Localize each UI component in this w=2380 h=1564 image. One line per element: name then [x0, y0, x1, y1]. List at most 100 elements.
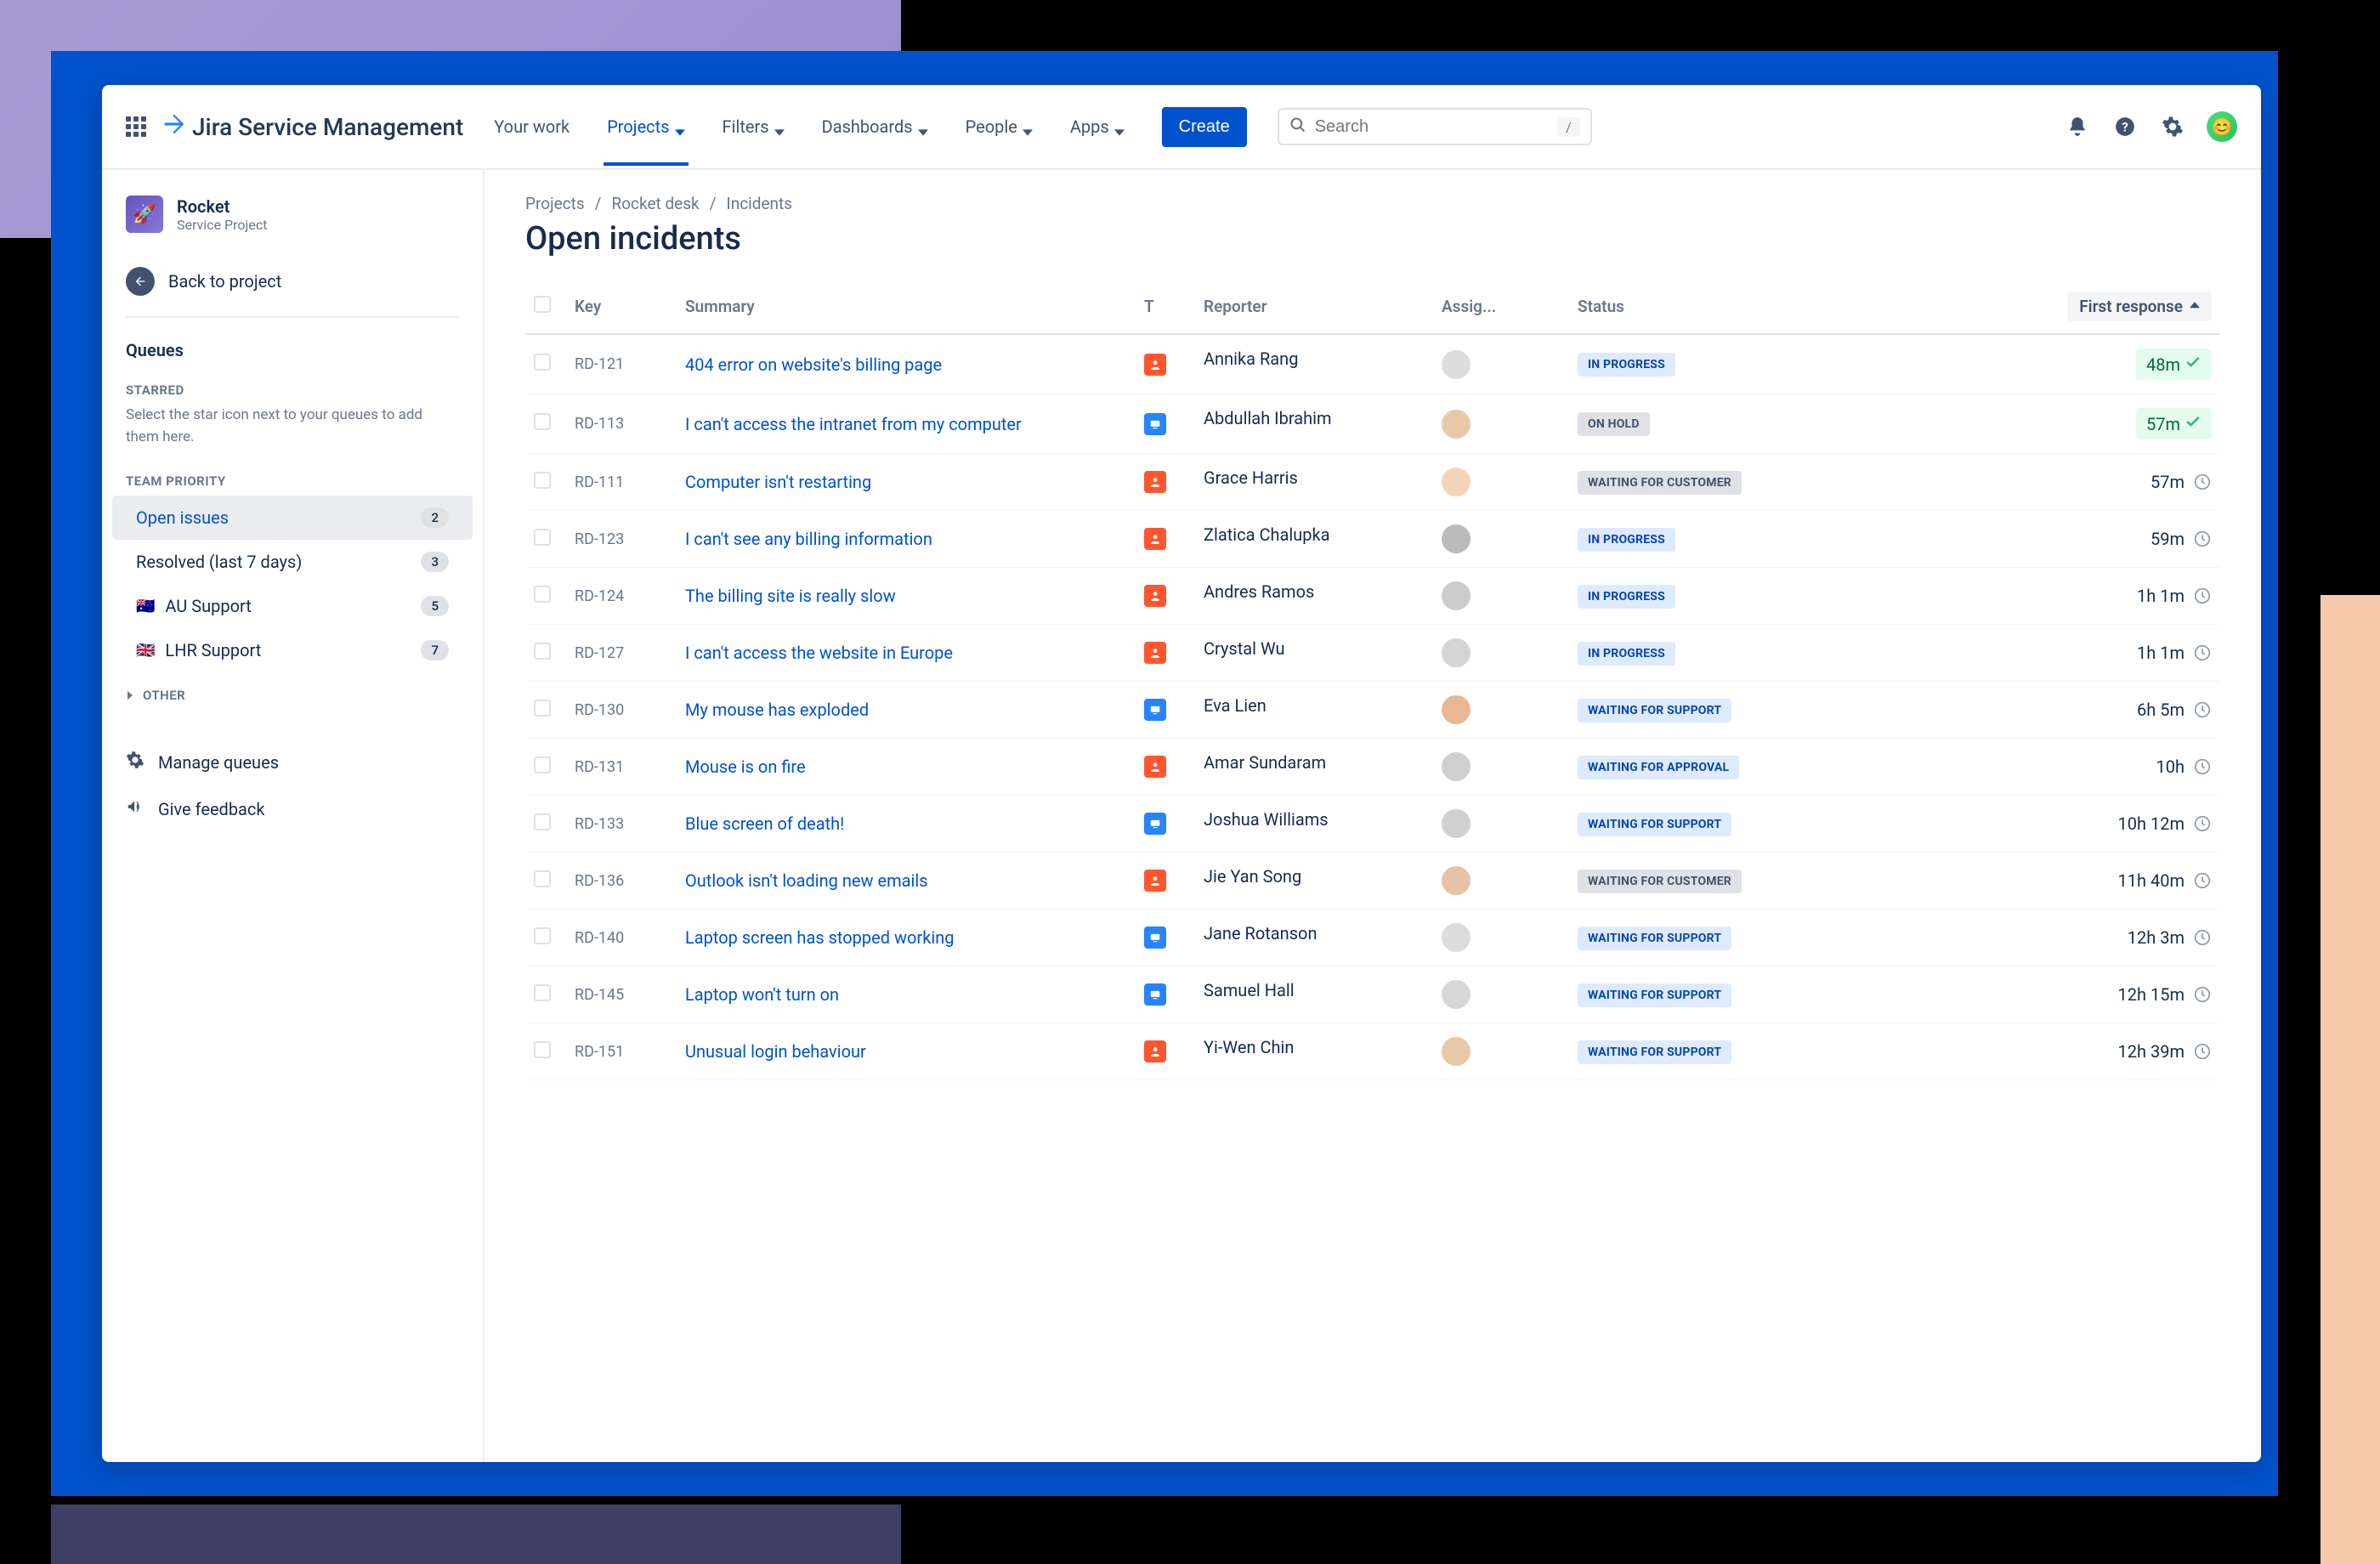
issue-summary-link[interactable]: Unusual login behaviour: [685, 1041, 866, 1062]
notifications-icon[interactable]: [2064, 113, 2091, 140]
table-row[interactable]: RD-145 Laptop won't turn on Samuel Hall …: [525, 966, 2220, 1023]
user-avatar[interactable]: 😊: [2207, 111, 2237, 142]
crumb-rocket-desk[interactable]: Rocket desk: [612, 194, 700, 213]
status-badge[interactable]: WAITING FOR SUPPORT: [1578, 926, 1731, 950]
issue-summary-link[interactable]: Laptop won't turn on: [685, 984, 839, 1005]
status-badge[interactable]: WAITING FOR SUPPORT: [1578, 1040, 1731, 1064]
status-badge[interactable]: WAITING FOR APPROVAL: [1578, 756, 1739, 779]
issue-key[interactable]: RD-121: [566, 334, 677, 394]
table-row[interactable]: RD-151 Unusual login behaviour Yi-Wen Ch…: [525, 1023, 2220, 1080]
product-logo[interactable]: Jira Service Management: [163, 113, 463, 141]
assignee-avatar[interactable]: [1442, 350, 1470, 379]
nav-dashboards[interactable]: Dashboards: [819, 88, 932, 166]
other-section-toggle[interactable]: OTHER: [102, 672, 483, 718]
table-row[interactable]: RD-111 Computer isn't restarting Grace H…: [525, 454, 2220, 511]
assignee-avatar[interactable]: [1442, 866, 1470, 895]
table-row[interactable]: RD-121 404 error on website's billing pa…: [525, 334, 2220, 394]
col-type[interactable]: T: [1136, 280, 1195, 334]
issue-key[interactable]: RD-133: [566, 796, 677, 853]
assignee-avatar[interactable]: [1442, 752, 1470, 781]
row-checkbox[interactable]: [534, 413, 551, 430]
table-row[interactable]: RD-123 I can't see any billing informati…: [525, 511, 2220, 568]
assignee-avatar[interactable]: [1442, 695, 1470, 724]
help-icon[interactable]: ?: [2111, 113, 2139, 140]
row-checkbox[interactable]: [534, 472, 551, 489]
row-checkbox[interactable]: [534, 354, 551, 371]
issue-key[interactable]: RD-124: [566, 568, 677, 625]
queue-item[interactable]: 🇦🇺AU Support5: [112, 584, 473, 628]
issue-key[interactable]: RD-111: [566, 454, 677, 511]
assignee-avatar[interactable]: [1442, 980, 1470, 1009]
assignee-avatar[interactable]: [1442, 638, 1470, 667]
issue-summary-link[interactable]: My mouse has exploded: [685, 700, 869, 720]
col-summary[interactable]: Summary: [677, 280, 1136, 334]
row-checkbox[interactable]: [534, 1041, 551, 1058]
row-checkbox[interactable]: [534, 700, 551, 717]
status-badge[interactable]: WAITING FOR SUPPORT: [1578, 699, 1731, 722]
issue-key[interactable]: RD-151: [566, 1023, 677, 1080]
status-badge[interactable]: WAITING FOR CUSTOMER: [1578, 471, 1742, 495]
table-row[interactable]: RD-127 I can't access the website in Eur…: [525, 625, 2220, 682]
status-badge[interactable]: WAITING FOR SUPPORT: [1578, 983, 1731, 1007]
back-to-project[interactable]: Back to project: [102, 253, 483, 309]
search-box[interactable]: /: [1278, 108, 1592, 145]
col-status[interactable]: Status: [1569, 280, 1850, 334]
select-all-checkbox[interactable]: [534, 296, 551, 313]
nav-your-work[interactable]: Your work: [490, 88, 573, 166]
row-checkbox[interactable]: [534, 813, 551, 830]
status-badge[interactable]: ON HOLD: [1578, 412, 1650, 436]
status-badge[interactable]: IN PROGRESS: [1578, 353, 1675, 377]
create-button[interactable]: Create: [1162, 107, 1247, 147]
issue-key[interactable]: RD-131: [566, 739, 677, 796]
assignee-avatar[interactable]: [1442, 410, 1470, 439]
row-checkbox[interactable]: [534, 927, 551, 944]
col-key[interactable]: Key: [566, 280, 677, 334]
table-row[interactable]: RD-113 I can't access the intranet from …: [525, 394, 2220, 454]
status-badge[interactable]: IN PROGRESS: [1578, 528, 1675, 552]
search-input[interactable]: [1315, 117, 1549, 137]
issue-summary-link[interactable]: 404 error on website's billing page: [685, 354, 942, 375]
assignee-avatar[interactable]: [1442, 923, 1470, 952]
table-row[interactable]: RD-124 The billing site is really slow A…: [525, 568, 2220, 625]
app-switcher-icon[interactable]: [126, 116, 146, 137]
nav-apps[interactable]: Apps: [1067, 88, 1128, 166]
status-badge[interactable]: WAITING FOR CUSTOMER: [1578, 870, 1742, 893]
issue-key[interactable]: RD-113: [566, 394, 677, 454]
issue-key[interactable]: RD-127: [566, 625, 677, 682]
issue-summary-link[interactable]: Outlook isn't loading new emails: [685, 870, 928, 891]
crumb-projects[interactable]: Projects: [525, 194, 585, 213]
row-checkbox[interactable]: [534, 984, 551, 1001]
status-badge[interactable]: IN PROGRESS: [1578, 585, 1675, 609]
row-checkbox[interactable]: [534, 643, 551, 660]
table-row[interactable]: RD-140 Laptop screen has stopped working…: [525, 910, 2220, 966]
issue-key[interactable]: RD-136: [566, 853, 677, 910]
status-badge[interactable]: WAITING FOR SUPPORT: [1578, 813, 1731, 836]
col-first-response-sort[interactable]: First response: [2067, 292, 2212, 321]
project-header[interactable]: 🚀 Rocket Service Project: [102, 190, 483, 253]
issue-key[interactable]: RD-140: [566, 910, 677, 966]
issue-summary-link[interactable]: Computer isn't restarting: [685, 472, 871, 492]
assignee-avatar[interactable]: [1442, 524, 1470, 553]
table-row[interactable]: RD-131 Mouse is on fire Amar Sundaram WA…: [525, 739, 2220, 796]
issue-summary-link[interactable]: Laptop screen has stopped working: [685, 927, 954, 948]
give-feedback[interactable]: Give feedback: [102, 785, 483, 832]
issue-summary-link[interactable]: Mouse is on fire: [685, 756, 806, 777]
col-reporter[interactable]: Reporter: [1195, 280, 1433, 334]
issue-key[interactable]: RD-145: [566, 966, 677, 1023]
table-row[interactable]: RD-136 Outlook isn't loading new emails …: [525, 853, 2220, 910]
issue-key[interactable]: RD-123: [566, 511, 677, 568]
queue-item[interactable]: 🇬🇧LHR Support7: [112, 628, 473, 672]
issue-summary-link[interactable]: I can't see any billing information: [685, 529, 932, 549]
table-row[interactable]: RD-133 Blue screen of death! Joshua Will…: [525, 796, 2220, 853]
col-assignee[interactable]: Assig...: [1433, 280, 1569, 334]
status-badge[interactable]: IN PROGRESS: [1578, 642, 1675, 666]
row-checkbox[interactable]: [534, 529, 551, 546]
queue-item[interactable]: Open issues2: [112, 496, 473, 540]
issue-key[interactable]: RD-130: [566, 682, 677, 739]
issue-summary-link[interactable]: I can't access the website in Europe: [685, 643, 953, 663]
nav-people[interactable]: People: [962, 88, 1036, 166]
assignee-avatar[interactable]: [1442, 468, 1470, 496]
row-checkbox[interactable]: [534, 870, 551, 887]
issue-summary-link[interactable]: I can't access the intranet from my comp…: [685, 414, 1022, 434]
row-checkbox[interactable]: [534, 756, 551, 774]
